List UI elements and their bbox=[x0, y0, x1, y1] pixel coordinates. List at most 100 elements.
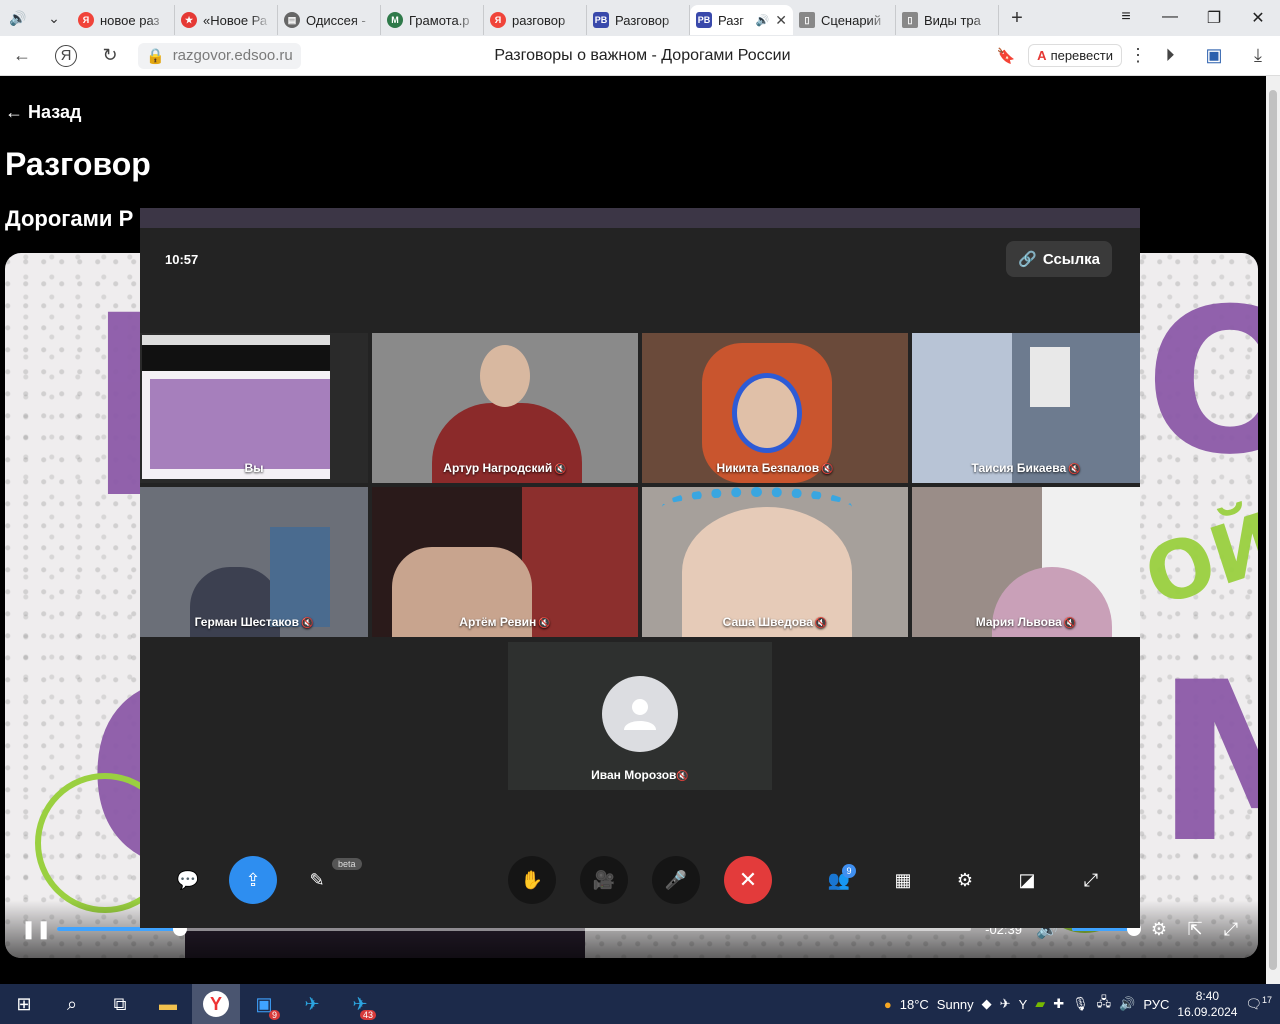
clock-date: 16.09.2024 bbox=[1177, 1005, 1238, 1019]
telegram-tray-icon[interactable]: ✈ bbox=[1000, 996, 1011, 1012]
back-arrow-icon[interactable]: ← bbox=[0, 45, 44, 66]
notifications-icon[interactable]: 🗨17 bbox=[1245, 995, 1272, 1012]
open-external-icon[interactable]: ⇱ bbox=[1184, 919, 1206, 940]
fullscreen-button[interactable]: ⤢ bbox=[1067, 856, 1115, 904]
gramota-icon: M bbox=[387, 12, 403, 28]
browser-tab[interactable]: Яразговор bbox=[484, 5, 587, 35]
camera-button[interactable]: 🎥 bbox=[580, 856, 628, 904]
menu-icon[interactable]: ≡ bbox=[1104, 8, 1148, 28]
avatar bbox=[602, 676, 678, 752]
browser-tab[interactable]: Яновое раз bbox=[72, 5, 175, 35]
language-indicator[interactable]: РУС bbox=[1143, 997, 1169, 1012]
chevron-down-icon[interactable]: ⌄ bbox=[36, 0, 72, 36]
chat-button[interactable]: 💬 bbox=[164, 856, 212, 904]
participant-name: Артур Нагродский 🔇 bbox=[443, 461, 567, 475]
participant-tile[interactable]: Саша Шведова 🔇 bbox=[642, 487, 908, 637]
mic-off-icon: 🔇 bbox=[554, 464, 567, 475]
address-bar[interactable]: 🔒 razgovor.edsoo.ru bbox=[138, 42, 301, 69]
tray-app-icon[interactable]: ◆ bbox=[982, 996, 992, 1012]
page-scrollbar[interactable] bbox=[1266, 76, 1280, 984]
participant-tile-no-video[interactable]: Иван Морозов🔇 bbox=[508, 642, 772, 790]
mic-off-icon: 🔇 bbox=[300, 618, 314, 629]
participant-name: Иван Морозов🔇 bbox=[591, 768, 689, 782]
telegram-icon[interactable]: ✈ 43 bbox=[336, 984, 384, 1024]
browser-tab-active[interactable]: PB Разг 🔊 ✕ bbox=[690, 5, 793, 35]
browser-tab-bar: 🔊 ⌄ Яновое раз ★ «Новое Ра ▤ Одиссея - M Гр… bbox=[0, 0, 1280, 36]
taskbar-clock[interactable]: 8:40 16.09.2024 bbox=[1177, 988, 1237, 1020]
speaker-icon[interactable]: 🔊 bbox=[0, 0, 36, 36]
layout-button[interactable]: ▦ bbox=[879, 856, 927, 904]
participant-tile[interactable]: Таисия Бикаева 🔇 bbox=[912, 333, 1140, 483]
windows-taskbar: ⊞ ⌕ ⧉ ▬ Y ▣ 9 ✈ ✈ 43 ● 18°C Sunny ◆ ✈ Y ▰ … bbox=[0, 984, 1280, 1024]
participant-tile[interactable]: Вы bbox=[140, 333, 368, 483]
poster-graphic: О bbox=[1145, 266, 1258, 499]
download-icon[interactable]: ⤓ bbox=[1236, 45, 1280, 66]
end-call-button[interactable]: ✕ bbox=[724, 856, 772, 904]
windows-start-icon[interactable]: ⊞ bbox=[0, 984, 48, 1024]
settings-button[interactable]: ⚙ bbox=[941, 856, 989, 904]
microphone-button[interactable]: 🎤 bbox=[652, 856, 700, 904]
tray-app-icon[interactable]: ✚ bbox=[1053, 996, 1064, 1012]
minimize-window-button[interactable]: ◪ bbox=[1003, 856, 1051, 904]
translate-button[interactable]: Aперевести bbox=[1028, 44, 1122, 67]
participant-tile[interactable]: Артур Нагродский 🔇 bbox=[372, 333, 638, 483]
weather-icon[interactable]: ● bbox=[884, 997, 892, 1012]
browser-tab[interactable]: ▯ Сценарий bbox=[793, 5, 896, 35]
preview-poster bbox=[150, 379, 330, 469]
mic-off-icon: 🔇 bbox=[821, 464, 834, 475]
nvidia-icon[interactable]: ▰ bbox=[1035, 996, 1045, 1012]
volume-tray-icon[interactable]: 🔊 bbox=[1119, 996, 1135, 1012]
back-link[interactable]: ← Назад bbox=[5, 102, 81, 123]
minimize-icon[interactable]: — bbox=[1148, 8, 1192, 28]
browser-tab[interactable]: ★ «Новое Ра bbox=[175, 5, 278, 35]
browser-tab[interactable]: ▯ Виды тра bbox=[896, 5, 999, 35]
reload-icon[interactable]: ↻ bbox=[88, 45, 132, 66]
document-icon: ▯ bbox=[799, 12, 815, 28]
telegram-icon[interactable]: ✈ bbox=[288, 984, 336, 1024]
network-icon[interactable]: 🖧 bbox=[1097, 993, 1112, 1015]
translate-label: перевести bbox=[1050, 48, 1113, 63]
task-view-icon[interactable]: ⧉ bbox=[96, 984, 144, 1024]
app-icon[interactable]: ▣ 9 bbox=[240, 984, 288, 1024]
new-tab-icon[interactable]: + bbox=[999, 0, 1035, 36]
settings-gear-icon[interactable]: ⚙ bbox=[1148, 919, 1170, 940]
microphone-tray-icon[interactable]: 🎙 bbox=[1072, 996, 1089, 1012]
participant-video bbox=[1030, 347, 1070, 407]
participant-tile[interactable]: Артём Ревин 🔇 bbox=[372, 487, 638, 637]
yandex-icon: Я bbox=[78, 12, 94, 28]
media-icon[interactable]: ⏵ bbox=[1148, 45, 1192, 66]
raise-hand-button[interactable]: ✋ bbox=[508, 856, 556, 904]
yandex-logo-icon[interactable]: Я bbox=[55, 44, 77, 67]
mic-off-icon: 🔇 bbox=[676, 771, 689, 782]
link-button[interactable]: 🔗 Ссылка bbox=[1006, 241, 1112, 277]
close-window-icon[interactable]: ✕ bbox=[1236, 8, 1280, 28]
more-vertical-icon[interactable]: ⋮ bbox=[1128, 45, 1148, 66]
file-explorer-icon[interactable]: ▬ bbox=[144, 984, 192, 1024]
browser-tab[interactable]: ▤ Одиссея - bbox=[278, 5, 381, 35]
link-button-label: Ссылка bbox=[1042, 250, 1100, 268]
participant-tile[interactable]: Никита Безпалов 🔇 bbox=[642, 333, 908, 483]
call-clock: 10:57 bbox=[165, 252, 199, 267]
extension-icon[interactable]: ▣ bbox=[1192, 45, 1236, 66]
search-icon[interactable]: ⌕ bbox=[48, 984, 96, 1024]
participants-button[interactable]: 👥 bbox=[815, 856, 863, 904]
scrollbar-thumb[interactable] bbox=[1269, 90, 1277, 970]
yandex-tray-icon[interactable]: Y bbox=[1019, 997, 1028, 1012]
participant-tile[interactable]: Мария Львова 🔇 bbox=[912, 487, 1140, 637]
pause-icon[interactable]: ❚❚ bbox=[21, 919, 51, 940]
screen-share-preview bbox=[142, 335, 330, 479]
restore-icon[interactable]: ❐ bbox=[1192, 8, 1236, 28]
translate-icon: A bbox=[1037, 48, 1047, 63]
fullscreen-icon[interactable]: ⤢ bbox=[1220, 919, 1242, 940]
bookmark-icon[interactable]: 🔖 bbox=[984, 47, 1028, 65]
mic-off-icon: 🔇 bbox=[814, 618, 828, 629]
close-tab-icon[interactable]: ✕ bbox=[775, 12, 787, 29]
share-screen-button[interactable]: ⇪ bbox=[229, 856, 277, 904]
participant-name: Артём Ревин 🔇 bbox=[459, 615, 551, 629]
browser-tab[interactable]: PB Разговор bbox=[587, 5, 690, 35]
browser-tab[interactable]: M Грамота.р bbox=[381, 5, 484, 35]
telegram-badge: 43 bbox=[359, 1010, 376, 1020]
participant-name: Герман Шестаков 🔇 bbox=[194, 615, 314, 629]
participant-tile[interactable]: Герман Шестаков 🔇 bbox=[140, 487, 368, 637]
yandex-browser-icon[interactable]: Y bbox=[192, 984, 240, 1024]
